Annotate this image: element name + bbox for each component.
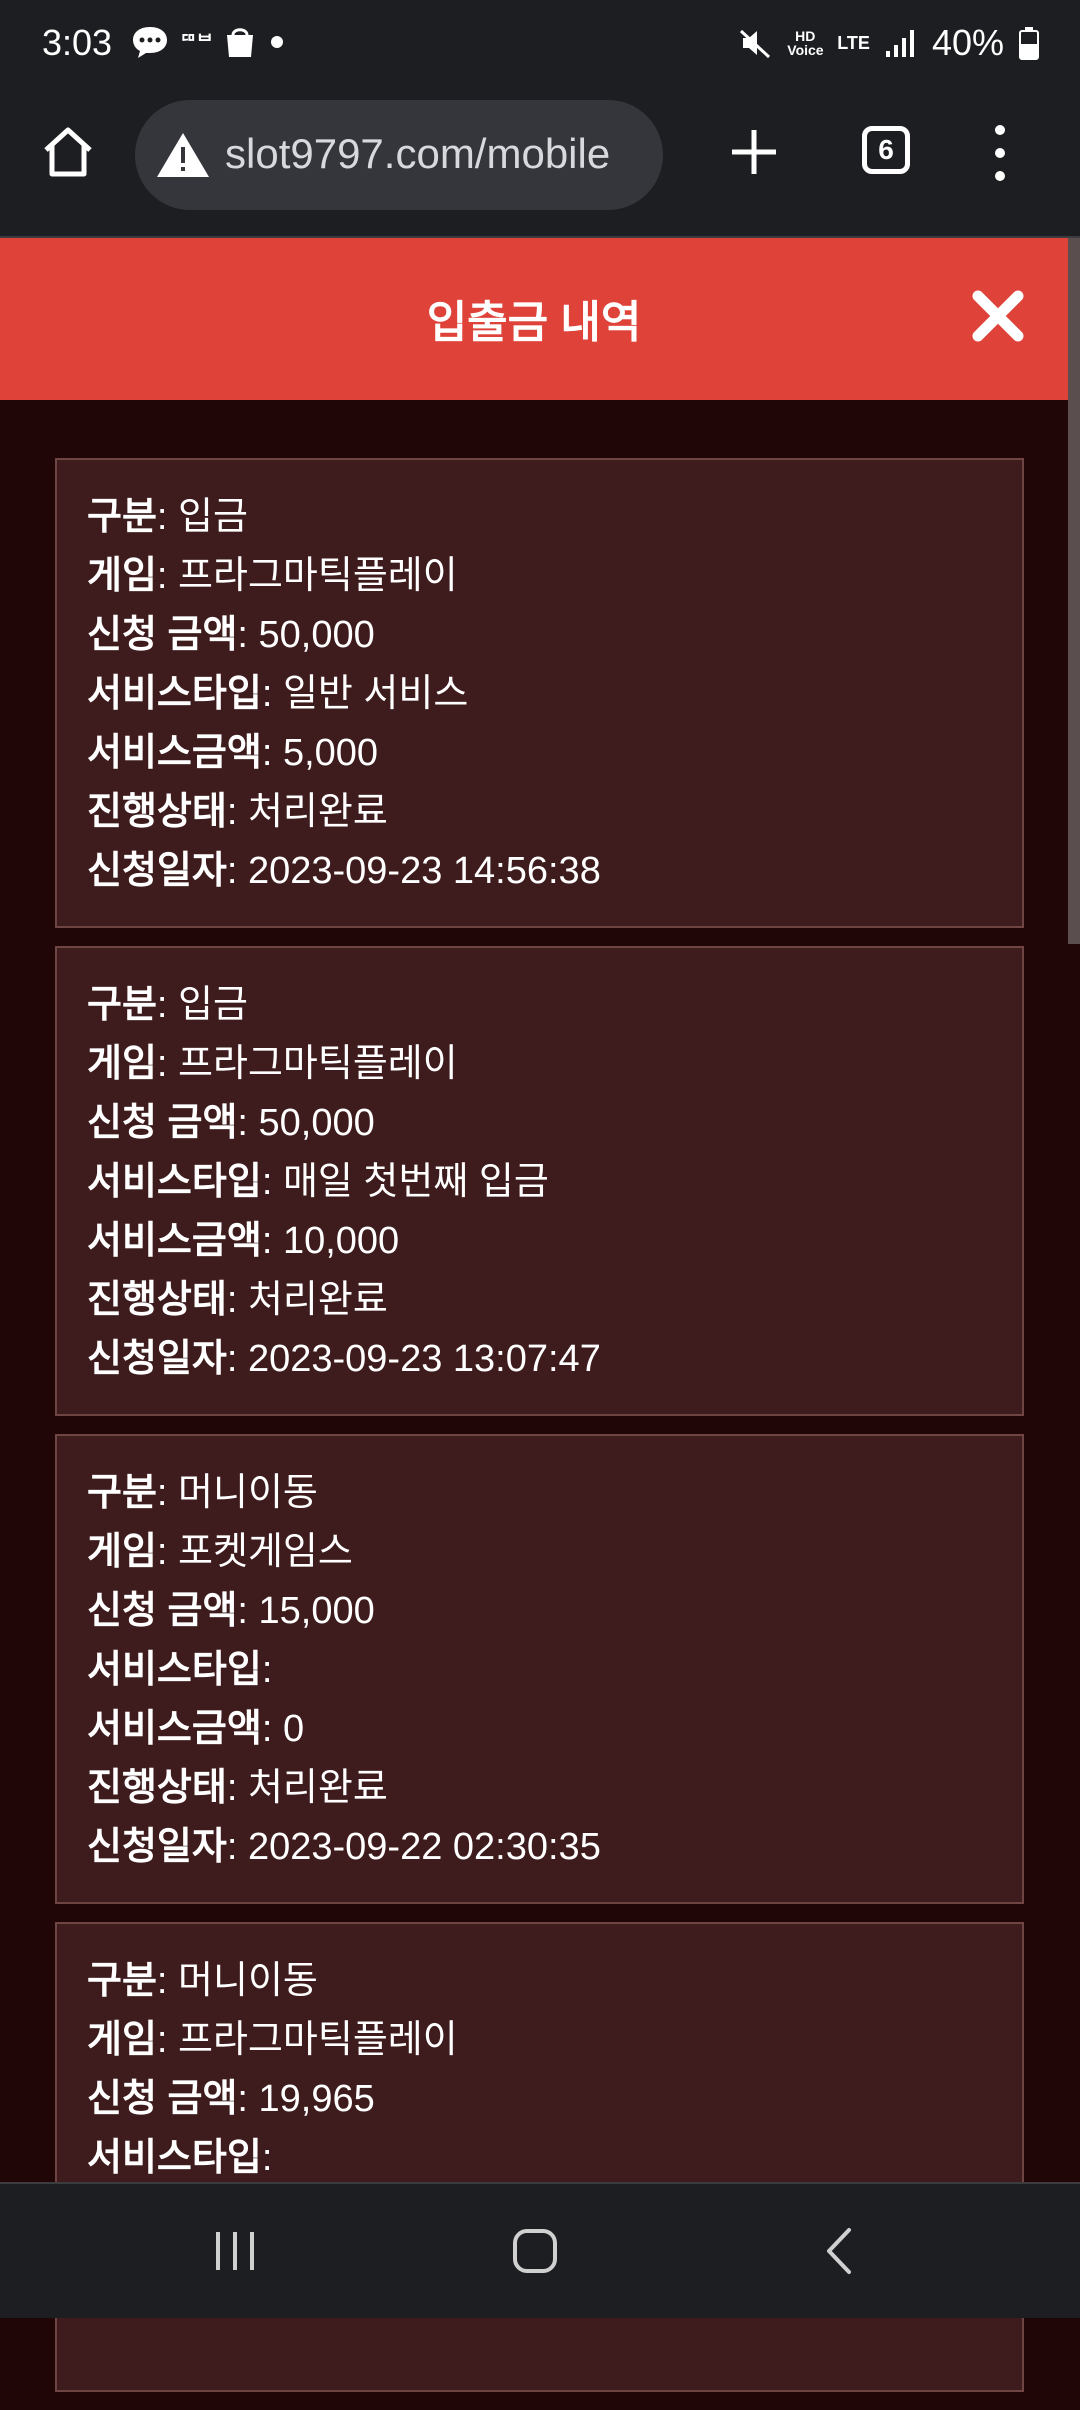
shopping-bag-icon — [227, 28, 254, 57]
home-icon[interactable] — [38, 122, 98, 182]
transaction-card: 구분: 입금 게임: 프라그마틱플레이 신청 금액: 50,000 서비스타입:… — [55, 458, 1024, 928]
row-type: 구분: 머니이동 — [87, 1960, 318, 2002]
address-bar[interactable]: slot9797.com/mobile — [135, 100, 663, 210]
row-game: 게임: 포켓게임스 — [87, 1531, 353, 1573]
status-bar: 3:03 ᄃᄆᄇ HD Voice LTE 40% — [0, 0, 1080, 92]
row-status: 진행상태: 처리완료 — [87, 1767, 388, 1809]
status-time: 3:03 — [42, 22, 113, 63]
transaction-card: 구분: 머니이동 게임: 프라그마틱플레이 신청 금액: 19,965 서비스타… — [55, 1922, 1024, 2392]
row-service-type: 서비스타입: — [87, 2137, 273, 2179]
row-status: 진행상태: 처리완료 — [87, 791, 388, 833]
dmb-icon: ᄃᄆᄇ — [180, 32, 214, 52]
row-service-amount: 서비스금액: 5,000 — [87, 732, 379, 774]
battery-icon — [1019, 27, 1039, 60]
row-amount: 신청 금액: 15,000 — [87, 1590, 375, 1632]
lte-icon: LTE — [837, 33, 870, 53]
close-icon[interactable] — [970, 288, 1026, 344]
modal-title: 입출금 내역 — [426, 298, 642, 347]
dot-icon — [271, 36, 284, 48]
system-status-icons: HD Voice LTE 40% — [737, 22, 1040, 64]
row-service-type: 서비스타입: 매일 첫번째 입금 — [87, 1161, 549, 1203]
more-menu-icon[interactable] — [985, 118, 1015, 188]
row-status: 진행상태: 처리완료 — [87, 1279, 388, 1321]
row-service-type: 서비스타입: 일반 서비스 — [87, 673, 469, 715]
url-text[interactable]: slot9797.com/mobile — [225, 130, 610, 178]
new-tab-icon[interactable] — [724, 122, 784, 182]
row-type: 구분: 입금 — [87, 496, 248, 538]
hd-voice-icon: HD Voice — [787, 28, 824, 58]
row-service-amount: 서비스금액: 10,000 — [87, 1220, 400, 1262]
scrollbar[interactable] — [1068, 238, 1080, 944]
row-game: 게임: 프라그마틱플레이 — [87, 2019, 458, 2061]
row-service-amount: 서비스금액: 0 — [87, 1708, 305, 1750]
row-date: 신청일자: 2023-09-22 02:30:35 — [87, 1826, 601, 1868]
row-date: 신청일자: 2023-09-23 13:07:47 — [87, 1338, 601, 1380]
row-amount: 신청 금액: 50,000 — [87, 614, 375, 656]
row-type: 구분: 입금 — [87, 984, 248, 1026]
system-navigation-bar — [0, 2182, 1080, 2318]
home-nav-icon[interactable] — [510, 2224, 560, 2278]
chat-bubble-icon — [133, 27, 167, 58]
transaction-card: 구분: 머니이동 게임: 포켓게임스 신청 금액: 15,000 서비스타입: … — [55, 1434, 1024, 1904]
row-amount: 신청 금액: 19,965 — [87, 2078, 375, 2120]
row-service-type: 서비스타입: — [87, 1649, 273, 1691]
not-secure-warning-icon[interactable] — [155, 130, 211, 180]
notification-icons: ᄃᄆᄇ — [130, 24, 287, 60]
row-type: 구분: 머니이동 — [87, 1472, 318, 1514]
transaction-card: 구분: 입금 게임: 프라그마틱플레이 신청 금액: 50,000 서비스타입:… — [55, 946, 1024, 1416]
back-icon[interactable] — [815, 2224, 865, 2278]
signal-icon — [885, 30, 914, 57]
modal-header: 입출금 내역 — [0, 238, 1068, 400]
row-game: 게임: 프라그마틱플레이 — [87, 1043, 458, 1085]
row-date: 신청일자: 2023-09-23 14:56:38 — [87, 850, 601, 892]
transaction-list: 구분: 입금 게임: 프라그마틱플레이 신청 금액: 50,000 서비스타입:… — [55, 458, 1024, 2410]
browser-toolbar: slot9797.com/mobile 6 — [0, 92, 1080, 239]
tab-switcher-button[interactable]: 6 — [862, 126, 910, 174]
mute-icon — [740, 29, 771, 59]
row-amount: 신청 금액: 50,000 — [87, 1102, 375, 1144]
recent-apps-icon[interactable] — [210, 2224, 260, 2278]
row-game: 게임: 프라그마틱플레이 — [87, 555, 458, 597]
battery-percent: 40% — [931, 22, 1004, 63]
